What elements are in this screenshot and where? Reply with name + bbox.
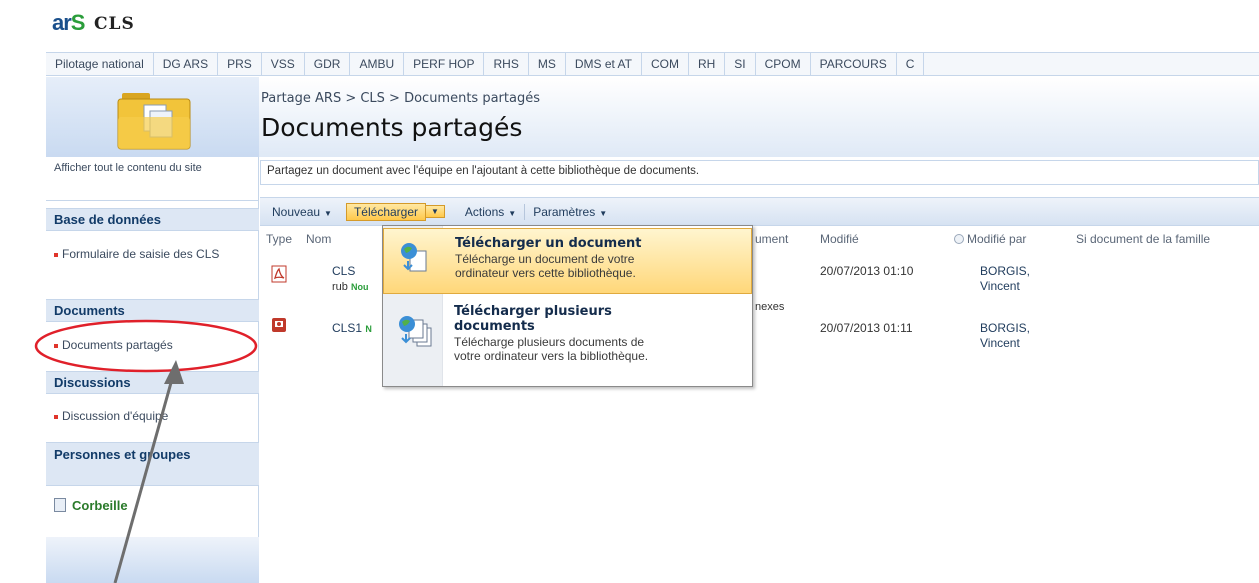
menu-item-upload-multiple-title-1: Télécharger plusieurs bbox=[454, 304, 612, 319]
menu-item-upload-document[interactable]: Télécharger un document Télécharge un do… bbox=[383, 228, 752, 294]
recycle-bin-icon bbox=[54, 498, 66, 512]
row-2-name-link[interactable]: CLS1 N bbox=[332, 321, 372, 337]
top-nav: Pilotage national DG ARS PRS VSS GDR AMB… bbox=[46, 52, 1259, 76]
menu-item-upload-multiple-desc-1: Télécharge plusieurs documents de bbox=[454, 335, 645, 349]
row-2-author-last: BORGIS, bbox=[980, 321, 1031, 335]
new-button[interactable]: Nouveau ▼ bbox=[264, 203, 340, 221]
library-icon-area bbox=[46, 77, 259, 157]
pdf-icon bbox=[271, 265, 287, 283]
upload-button[interactable]: Télécharger bbox=[345, 202, 426, 221]
view-all-content-link[interactable]: Afficher tout le contenu du site bbox=[46, 159, 259, 201]
sidebar-item-formulaire[interactable]: Formulaire de saisie des CLS bbox=[46, 243, 259, 283]
tab-parcours[interactable]: PARCOURS bbox=[811, 53, 897, 75]
column-header-type[interactable]: Type bbox=[266, 232, 292, 246]
new-button-label: Nouveau bbox=[272, 204, 321, 219]
presentation-file-icon bbox=[272, 318, 286, 332]
site-header: arS CLS bbox=[0, 0, 1259, 52]
column-header-document[interactable]: ument bbox=[755, 232, 788, 246]
tab-prs[interactable]: PRS bbox=[218, 53, 262, 75]
page-title: Documents partagés bbox=[261, 113, 523, 142]
menu-item-upload-multiple[interactable]: Télécharger plusieurs documents Téléchar… bbox=[383, 298, 752, 386]
row-2-modified: 20/07/2013 01:11 bbox=[820, 321, 913, 335]
tab-dg-ars[interactable]: DG ARS bbox=[154, 53, 219, 75]
menu-item-upload-document-title: Télécharger un document bbox=[455, 236, 642, 251]
upload-button-label: Télécharger bbox=[353, 204, 418, 219]
modified-by-label: Modifié par bbox=[967, 232, 1027, 246]
tab-ms[interactable]: MS bbox=[529, 53, 566, 75]
upload-dropdown-menu: Télécharger un document Télécharge un do… bbox=[382, 225, 753, 387]
actions-button[interactable]: Actions ▼ bbox=[457, 203, 524, 221]
menu-item-upload-multiple-desc-2: votre ordinateur vers la bibliothèque. bbox=[454, 349, 649, 363]
tab-rhs[interactable]: RHS bbox=[484, 53, 529, 75]
row-1-author-first: Vincent bbox=[980, 279, 1020, 293]
row-1-modified-by-link[interactable]: BORGIS, Vincent bbox=[980, 264, 1030, 294]
page-header: Partage ARS > CLS > Documents partagés D… bbox=[259, 77, 1259, 157]
column-header-modified-by[interactable]: Modifié par bbox=[954, 232, 1026, 246]
actions-button-label: Actions bbox=[464, 204, 505, 219]
presence-icon bbox=[954, 234, 964, 244]
row-1-author-last: BORGIS, bbox=[980, 264, 1031, 278]
settings-button-label: Paramètres bbox=[533, 204, 596, 219]
tab-overflow[interactable]: C bbox=[897, 53, 925, 75]
row-1-sub-text: rub bbox=[332, 281, 348, 293]
sidebar-header-database[interactable]: Base de données bbox=[46, 208, 259, 231]
row-1-subtitle: rub Nou bbox=[332, 280, 368, 295]
tab-cpom[interactable]: CPOM bbox=[756, 53, 811, 75]
column-header-modified[interactable]: Modifié bbox=[820, 232, 859, 246]
tab-gdr[interactable]: GDR bbox=[305, 53, 351, 75]
site-name[interactable]: CLS bbox=[94, 14, 135, 34]
menu-item-upload-multiple-title-2: documents bbox=[454, 319, 535, 334]
tab-si[interactable]: SI bbox=[725, 53, 756, 75]
settings-button[interactable]: Paramètres ▼ bbox=[525, 203, 615, 221]
tab-pilotage-national[interactable]: Pilotage national bbox=[46, 53, 154, 75]
row-2-name-text: CLS1 bbox=[332, 321, 363, 335]
upload-dropdown-arrow[interactable]: ▼ bbox=[426, 205, 445, 218]
row-2-modified-by-link[interactable]: BORGIS, Vincent bbox=[980, 321, 1030, 351]
upload-document-icon bbox=[401, 243, 427, 272]
ars-logo[interactable]: arS bbox=[52, 10, 85, 36]
upload-multiple-documents-icon bbox=[399, 316, 432, 347]
tab-ambu[interactable]: AMBU bbox=[350, 53, 405, 75]
tab-vss[interactable]: VSS bbox=[262, 53, 305, 75]
column-header-family[interactable]: Si document de la famille bbox=[1076, 232, 1210, 246]
row-1-extra: nexes bbox=[755, 301, 785, 313]
chevron-down-icon: ▼ bbox=[599, 208, 608, 218]
menu-item-upload-document-desc-2: ordinateur vers cette bibliothèque. bbox=[455, 266, 636, 280]
tab-perf-hop[interactable]: PERF HOP bbox=[404, 53, 485, 75]
new-badge: Nou bbox=[350, 282, 369, 292]
row-2-author-first: Vincent bbox=[980, 336, 1020, 350]
chevron-down-icon: ▼ bbox=[508, 208, 517, 218]
tab-dms-et-at[interactable]: DMS et AT bbox=[566, 53, 642, 75]
folder-icon bbox=[117, 93, 191, 150]
tab-rh[interactable]: RH bbox=[689, 53, 726, 75]
annotation-arrow bbox=[113, 360, 184, 583]
library-description: Partagez un document avec l'équipe en l'… bbox=[260, 160, 1259, 185]
chevron-down-icon: ▼ bbox=[324, 208, 332, 218]
tab-com[interactable]: COM bbox=[642, 53, 689, 75]
menu-item-upload-document-desc-1: Télécharge un document de votre bbox=[455, 252, 635, 266]
column-header-name[interactable]: Nom bbox=[306, 232, 331, 246]
new-badge: N bbox=[365, 324, 372, 334]
library-toolbar: Nouveau ▼ Télécharger ▼ Actions ▼ Paramètre… bbox=[260, 197, 1259, 226]
row-1-name-link[interactable]: CLS bbox=[332, 264, 355, 279]
breadcrumb[interactable]: Partage ARS > CLS > Documents partagés bbox=[261, 91, 540, 106]
row-1-modified: 20/07/2013 01:10 bbox=[820, 264, 914, 278]
